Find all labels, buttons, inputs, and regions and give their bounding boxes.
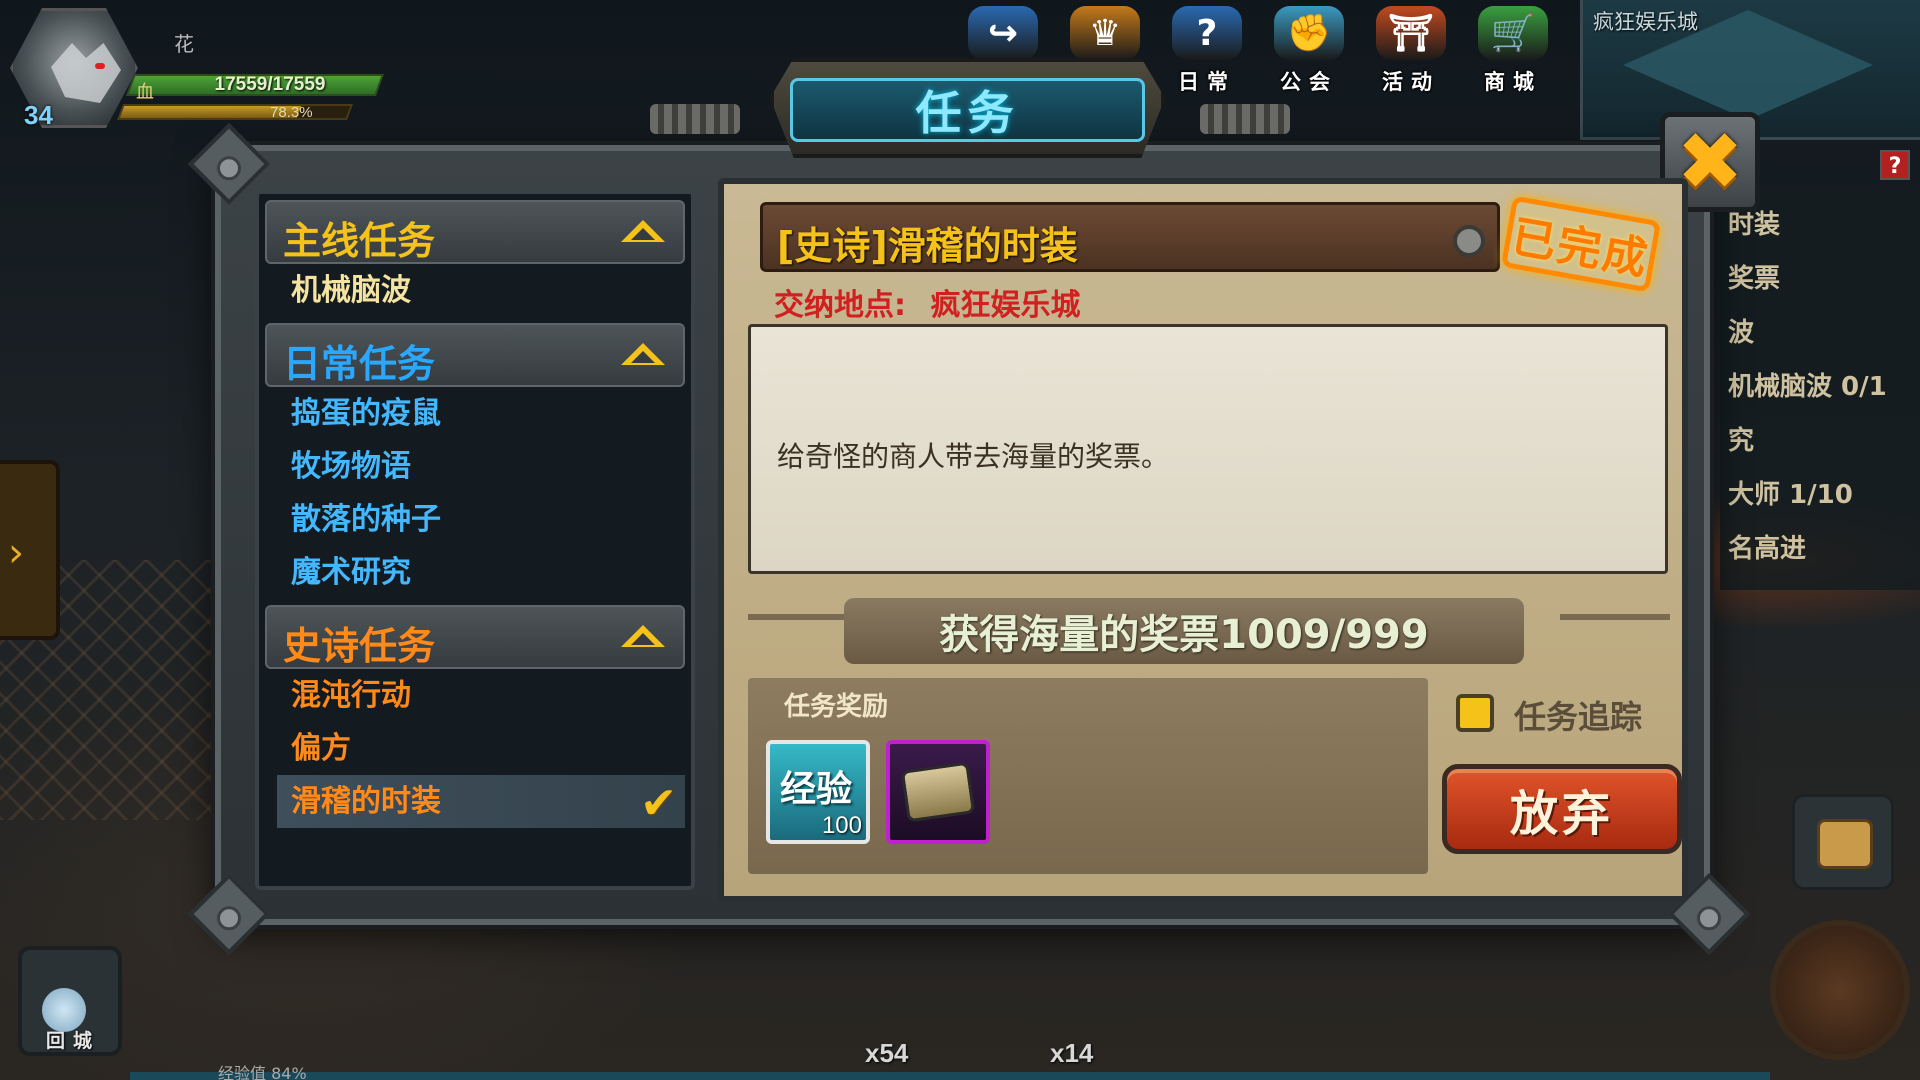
quest-list-item[interactable]: 偏方 — [259, 722, 691, 775]
completed-stamp: 已完成 — [1500, 195, 1662, 293]
quest-progress: 获得海量的奖票1009/999 — [844, 598, 1524, 664]
xp-value: 78.3% — [270, 104, 313, 121]
player-level: 34 — [24, 100, 53, 130]
quest-category-header[interactable]: 史诗任务 — [265, 605, 685, 669]
quest-description: 给奇怪的商人带去海量的奖票。 — [777, 440, 1170, 473]
dialog-title-frame: 任务 — [790, 78, 1145, 142]
pipe-decoration — [650, 104, 740, 134]
hp-value: 17559/17559 — [214, 74, 326, 95]
hp-icon: 血 — [136, 82, 154, 103]
attack-button[interactable] — [1770, 920, 1910, 1060]
quest-item-label: 混沌行动 — [291, 678, 411, 713]
menu-label: 商城 — [1484, 70, 1542, 94]
exp-strip — [130, 1072, 1770, 1080]
xp-bar — [117, 104, 353, 120]
quest-description-box: 给奇怪的商人带去海量的奖票。 — [748, 324, 1668, 574]
menu-button-gate[interactable]: ⛩ 活动 — [1368, 6, 1454, 94]
quest-category-header[interactable]: 主线任务 — [265, 200, 685, 264]
quest-item-label: 魔术研究 — [291, 555, 411, 590]
potion-2-count: x14 — [1050, 1038, 1094, 1068]
quest-item-label: 偏方 — [291, 731, 351, 766]
abandon-label: 放弃 — [1509, 786, 1614, 842]
reward-label: 任务奖励 — [784, 692, 889, 722]
quest-tracker[interactable]: 时装 奖票波机械脑波 0/1 究大师 1/10 名高进 — [1720, 190, 1920, 590]
quest-progress-text: 获得海量的奖票1009/999 — [939, 612, 1429, 658]
bracket-right-decoration — [1560, 614, 1670, 644]
bracket-left-decoration — [748, 614, 858, 644]
quest-name: [史诗]滑稽的时装 — [777, 224, 1078, 268]
player-name: 花 — [174, 32, 194, 56]
menu-label: 活动 — [1382, 70, 1440, 94]
dialog-title: 任务 — [915, 86, 1020, 140]
minimap-title: 疯狂娱乐城 — [1593, 10, 1698, 34]
bag-button[interactable] — [1792, 794, 1894, 890]
quest-item-label: 滑稽的时装 — [291, 784, 441, 819]
help-icon[interactable]: ? — [1880, 150, 1910, 180]
quest-category-label: 主线任务 — [283, 219, 436, 263]
return-town-label: 回城 — [46, 1030, 101, 1052]
wolf-portrait-icon — [51, 43, 121, 103]
potion-1-count: x54 — [865, 1038, 909, 1068]
track-quest-checkbox[interactable] — [1456, 694, 1494, 732]
completed-stamp-label: 已完成 — [1507, 211, 1653, 286]
reward-area: 任务奖励 经验 100 — [748, 678, 1428, 874]
crown-icon: ♛ — [1070, 6, 1140, 60]
share-icon: ↪ — [968, 6, 1038, 60]
quest-list-item[interactable]: 牧场物语 — [259, 440, 691, 493]
tracker-line: 波 — [1728, 318, 1755, 348]
checkmark-icon: ✔ — [640, 778, 677, 829]
quest-list-item[interactable]: 滑稽的时装 ✔ — [277, 775, 685, 829]
portrait-eye — [95, 63, 105, 69]
chevron-up-icon — [621, 220, 665, 242]
bolt-icon — [1453, 225, 1485, 257]
menu-button-cart[interactable]: 🛒 商城 — [1470, 6, 1556, 94]
exp-reward-qty: 100 — [821, 812, 862, 839]
tracker-line: 奖票 — [1728, 264, 1781, 294]
menu-button-fist[interactable]: ✊ 公会 — [1266, 6, 1352, 94]
quest-list-item[interactable]: 捣蛋的疫鼠 — [259, 387, 691, 440]
exp-reward-label: 经验 — [780, 769, 853, 810]
quest-list-item[interactable]: 魔术研究 — [259, 546, 691, 599]
quest-item-label: 捣蛋的疫鼠 — [291, 396, 441, 431]
cart-icon: 🛒 — [1478, 6, 1548, 60]
quest-category-label: 日常任务 — [283, 342, 436, 386]
menu-button-question[interactable]: ? 日常 — [1164, 6, 1250, 94]
menu-label: 公会 — [1280, 70, 1338, 94]
reward-item-slot[interactable] — [886, 740, 990, 844]
quest-item-label: 牧场物语 — [291, 449, 411, 484]
exp-footer-label: 经验值 84% — [218, 1064, 307, 1080]
chevron-up-icon — [621, 343, 665, 365]
tracker-line: 机械脑波 0/1 — [1728, 372, 1887, 402]
tracker-line: 究 — [1728, 426, 1755, 456]
gate-icon: ⛩ — [1376, 6, 1446, 60]
quest-name-bar: [史诗]滑稽的时装 — [760, 202, 1500, 272]
quest-list-item[interactable]: 散落的种子 — [259, 493, 691, 546]
quest-list-item[interactable]: 机械脑波 — [259, 264, 691, 317]
chevron-right-icon: › — [8, 530, 24, 576]
delivery-place: 疯狂娱乐城 — [930, 288, 1081, 323]
costume-box-icon — [900, 761, 976, 823]
track-quest-label: 任务追踪 — [1514, 698, 1643, 736]
tracker-line: 名高进 — [1728, 534, 1807, 564]
menu-label: 日常 — [1178, 70, 1236, 94]
question-icon: ? — [1172, 6, 1242, 60]
quest-item-label: 散落的种子 — [291, 502, 441, 537]
quest-detail-panel: [史诗]滑稽的时装 已完成 交纳地点: 疯狂娱乐城 给奇怪的商人带去海量的奖票。… — [718, 178, 1688, 902]
quest-list: 主线任务机械脑波日常任务捣蛋的疫鼠牧场物语散落的种子魔术研究史诗任务混沌行动偏方… — [255, 190, 695, 890]
quest-item-label: 机械脑波 — [291, 273, 411, 308]
delivery-label: 交纳地点: — [774, 288, 906, 323]
fist-icon: ✊ — [1274, 6, 1344, 60]
pipe-decoration — [1200, 104, 1290, 134]
bag-icon — [1817, 819, 1873, 869]
quest-list-item[interactable]: 混沌行动 — [259, 669, 691, 722]
quest-category-label: 史诗任务 — [283, 624, 436, 668]
reward-exp-slot[interactable]: 经验 100 — [766, 740, 870, 844]
delivery-location: 交纳地点: 疯狂娱乐城 — [774, 280, 1080, 324]
quest-category-header[interactable]: 日常任务 — [265, 323, 685, 387]
tracker-line: 大师 1/10 — [1728, 480, 1853, 510]
return-town-button[interactable]: 回城 — [18, 946, 122, 1056]
chevron-up-icon — [621, 625, 665, 647]
side-panel-toggle[interactable]: › — [0, 460, 60, 640]
abandon-button[interactable]: 放弃 — [1442, 764, 1682, 854]
